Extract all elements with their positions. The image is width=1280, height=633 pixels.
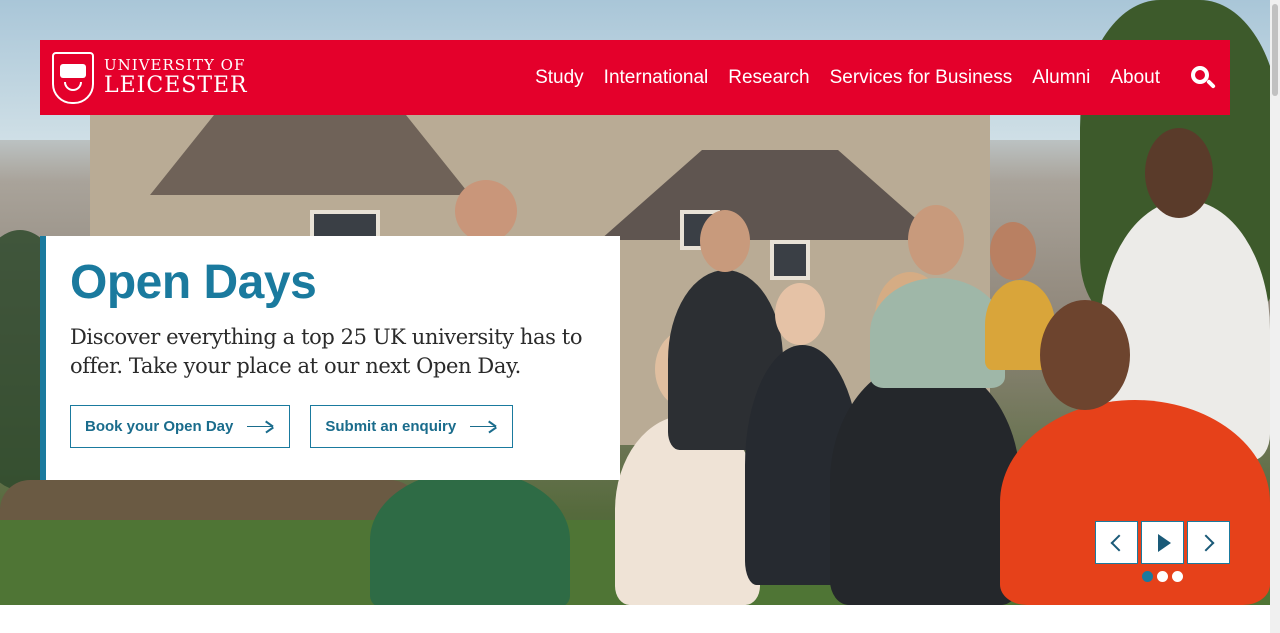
submit-enquiry-button[interactable]: Submit an enquiry: [310, 405, 514, 449]
person-head: [1040, 300, 1130, 410]
logo-wordmark: UNIVERSITY OF LEICESTER: [104, 58, 248, 97]
carousel-play-button[interactable]: [1141, 521, 1184, 564]
play-icon: [1157, 533, 1171, 552]
crest-shield-arc: [64, 82, 82, 91]
person: [1000, 400, 1270, 605]
window: [770, 240, 810, 280]
carousel-prev-button[interactable]: [1095, 521, 1138, 564]
arrow-right-icon: [247, 420, 275, 433]
carousel-dot-2[interactable]: [1157, 571, 1168, 582]
main-nav: Study International Research Services fo…: [515, 63, 1218, 93]
person: [830, 360, 1020, 605]
nav-item-research[interactable]: Research: [728, 67, 809, 89]
card-title: Open Days: [70, 256, 317, 309]
university-logo[interactable]: UNIVERSITY OF LEICESTER: [52, 50, 248, 106]
nav-item-international[interactable]: International: [604, 67, 709, 89]
chevron-left-icon: [1110, 534, 1128, 551]
search-icon-handle: [1206, 78, 1216, 89]
scrollbar-thumb[interactable]: [1272, 4, 1278, 96]
submit-enquiry-label: Submit an enquiry: [325, 418, 457, 436]
book-open-day-button[interactable]: Book your Open Day: [70, 405, 291, 449]
carousel-dot-3[interactable]: [1172, 571, 1183, 582]
person-head: [700, 210, 750, 272]
nav-item-study[interactable]: Study: [535, 67, 584, 89]
person-head: [990, 222, 1036, 280]
book-open-day-label: Book your Open Day: [85, 418, 234, 436]
card-actions: Book your Open Day Submit an enquiry: [70, 405, 596, 449]
carousel-dot-1[interactable]: [1142, 571, 1153, 582]
carousel-next-button[interactable]: [1187, 521, 1230, 564]
carousel-pagination: [1142, 571, 1187, 582]
crest-icon: [52, 51, 94, 104]
open-days-card: Open Days Discover everything a top 25 U…: [40, 236, 620, 480]
arrow-right-icon: [470, 420, 498, 433]
person: [370, 470, 570, 605]
nav-item-alumni[interactable]: Alumni: [1032, 67, 1090, 89]
person-head: [1145, 128, 1213, 218]
person-head: [775, 283, 825, 345]
nav-item-services-for-business[interactable]: Services for Business: [830, 67, 1013, 89]
person-head: [455, 180, 517, 242]
carousel-controls: [1095, 521, 1233, 564]
person-head: [908, 205, 964, 275]
chevron-right-icon: [1197, 534, 1215, 551]
nav-item-about[interactable]: About: [1110, 67, 1160, 89]
page-scrollbar[interactable]: [1270, 0, 1280, 633]
logo-line-2: LEICESTER: [104, 73, 248, 98]
card-description: Discover everything a top 25 UK universi…: [70, 325, 583, 379]
logo-line-1: UNIVERSITY OF: [104, 56, 246, 74]
crest-shield-top: [60, 64, 86, 78]
search-icon[interactable]: [1188, 63, 1218, 93]
site-header: UNIVERSITY OF LEICESTER Study Internatio…: [40, 40, 1230, 115]
